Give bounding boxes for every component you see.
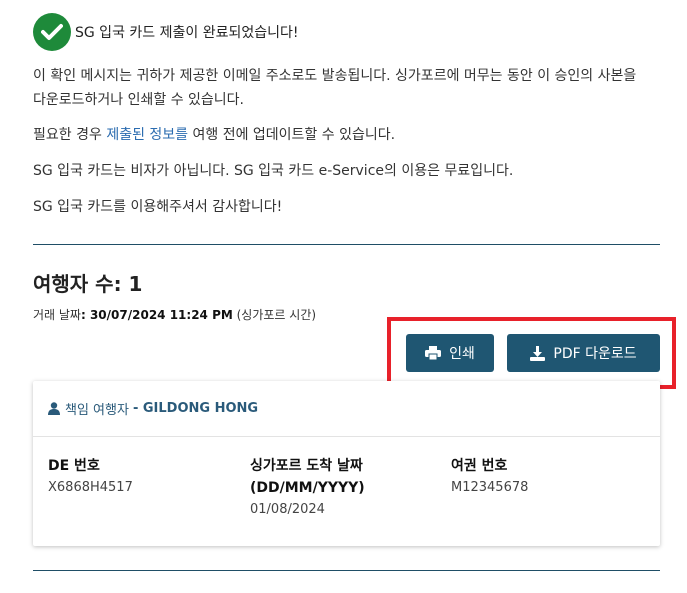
traveller-name: GILDONG HONG xyxy=(142,401,259,416)
field-value: X6868H4517 xyxy=(48,480,133,495)
traveller-card-header: 책임 여행자 - GILDONG HONG xyxy=(33,381,660,437)
check-circle-icon xyxy=(33,13,71,51)
field-value: 01/08/2024 xyxy=(250,502,325,517)
update-notice: 필요한 경우 제출된 정보를 여행 전에 업데이트할 수 있습니다. xyxy=(33,123,653,147)
de-number-field: DE 번호 X6868H4517 xyxy=(48,455,228,499)
field-label: DE 번호 xyxy=(48,458,100,474)
success-message: SG 입국 카드 제출이 완료되었습니다! xyxy=(33,13,298,51)
submitted-info-link[interactable]: 제출된 정보를 xyxy=(106,127,188,143)
transaction-date: 거래 날짜: 30/07/2024 11:24 PM (싱가포르 시간) xyxy=(33,306,316,323)
email-notice: 이 확인 메시지는 귀하가 제공한 이메일 주소로도 발송됩니다. 싱가포르에 … xyxy=(33,68,637,108)
field-label: 싱가포르 도착 날짜 (DD/MM/YYYY) xyxy=(250,458,365,496)
pdf-download-button[interactable]: PDF 다운로드 xyxy=(507,334,660,372)
update-suffix: 여행 전에 업데이트할 수 있습니다. xyxy=(188,127,396,143)
thanks-text: SG 입국 카드를 이용해주셔서 감사합니다! xyxy=(33,199,283,215)
travellers-count: 여행자 수: 1 xyxy=(33,272,143,296)
tx-label: 거래 날짜 xyxy=(33,308,81,322)
field-value: M12345678 xyxy=(451,480,529,495)
download-icon xyxy=(530,345,546,361)
update-prefix: 필요한 경우 xyxy=(33,127,107,143)
user-icon xyxy=(48,402,60,415)
pdf-label: PDF 다운로드 xyxy=(553,346,637,362)
tx-value: : 30/07/2024 11:24 PM xyxy=(80,308,233,322)
printer-icon xyxy=(425,346,442,360)
field-label: 여권 번호 xyxy=(451,458,508,474)
visa-notice: SG 입국 카드는 비자가 아닙니다. SG 입국 카드 e-Service의 … xyxy=(33,163,514,179)
passport-number-field: 여권 번호 M12345678 xyxy=(451,455,631,499)
tx-timezone: (싱가포르 시간) xyxy=(232,308,317,322)
print-label: 인쇄 xyxy=(449,346,475,362)
divider xyxy=(33,244,660,245)
arrival-date-field: 싱가포르 도착 날짜 (DD/MM/YYYY) 01/08/2024 xyxy=(250,455,430,521)
print-button[interactable]: 인쇄 xyxy=(406,334,494,372)
divider xyxy=(33,570,660,571)
traveller-card: 책임 여행자 - GILDONG HONG DE 번호 X6868H4517 싱… xyxy=(33,381,660,546)
success-title: SG 입국 카드 제출이 완료되었습니다! xyxy=(75,25,299,41)
traveller-role: 책임 여행자 xyxy=(65,403,129,418)
